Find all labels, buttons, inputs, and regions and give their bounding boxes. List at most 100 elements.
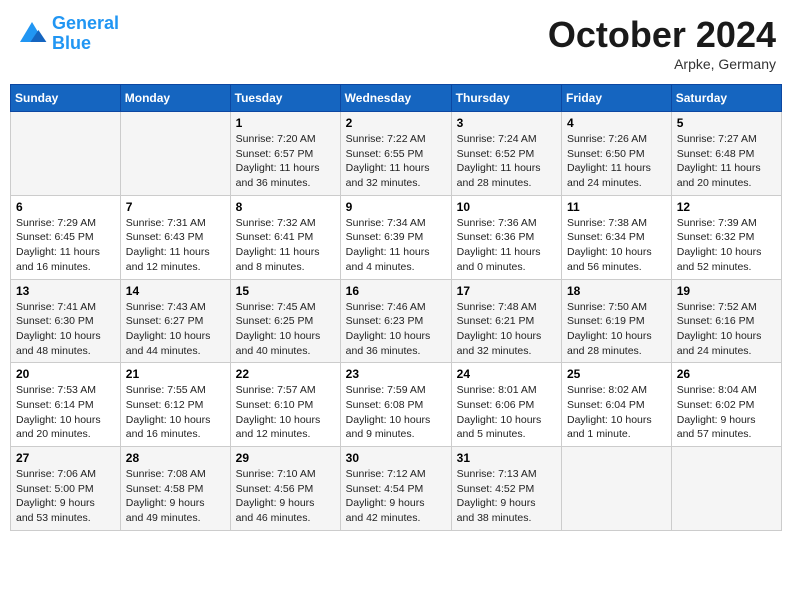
day-info: Sunrise: 7:52 AM Sunset: 6:16 PM Dayligh… (677, 300, 776, 359)
day-number: 17 (457, 284, 556, 298)
day-number: 6 (16, 200, 115, 214)
day-info: Sunrise: 7:38 AM Sunset: 6:34 PM Dayligh… (567, 216, 666, 275)
calendar-cell: 3Sunrise: 7:24 AM Sunset: 6:52 PM Daylig… (451, 112, 561, 196)
calendar-cell: 14 Sunrise: 7:43 AM Sunset: 6:27 PM Dayli… (120, 279, 230, 363)
day-number: 11 (567, 200, 666, 214)
calendar-cell: 10 Sunrise: 7:36 AM Sunset: 6:36 PM Dayli… (451, 195, 561, 279)
day-number: 13 (16, 284, 115, 298)
title-block: October 2024 Arpke, Germany (548, 14, 776, 72)
page-header: General Blue October 2024 Arpke, Germany (10, 10, 782, 76)
day-info: Sunrise: 7:13 AM Sunset: 4:52 PM Dayligh… (457, 467, 556, 526)
day-number: 20 (16, 367, 115, 381)
logo-text: General Blue (52, 14, 119, 54)
day-number: 15 (236, 284, 335, 298)
day-info: Sunrise: 8:02 AM Sunset: 6:04 PM Dayligh… (567, 383, 666, 442)
day-number: 25 (567, 367, 666, 381)
calendar-cell: 28 Sunrise: 7:08 AM Sunset: 4:58 PM Dayli… (120, 447, 230, 531)
calendar-week-3: 13 Sunrise: 7:41 AM Sunset: 6:30 PM Dayli… (11, 279, 782, 363)
location-subtitle: Arpke, Germany (548, 56, 776, 72)
calendar-cell: 11 Sunrise: 7:38 AM Sunset: 6:34 PM Dayli… (562, 195, 672, 279)
calendar-cell: 6 Sunrise: 7:29 AM Sunset: 6:45 PM Daylig… (11, 195, 121, 279)
day-number: 19 (677, 284, 776, 298)
day-number: 5 (677, 116, 776, 130)
day-info: Sunrise: 7:59 AM Sunset: 6:08 PM Dayligh… (346, 383, 446, 442)
day-number: 29 (236, 451, 335, 465)
day-info: Sunrise: 7:48 AM Sunset: 6:21 PM Dayligh… (457, 300, 556, 359)
day-info: Sunrise: 7:32 AM Sunset: 6:41 PM Dayligh… (236, 216, 335, 275)
day-info: Sunrise: 7:34 AM Sunset: 6:39 PM Dayligh… (346, 216, 446, 275)
calendar-cell: 7 Sunrise: 7:31 AM Sunset: 6:43 PM Daylig… (120, 195, 230, 279)
calendar-week-5: 27 Sunrise: 7:06 AM Sunset: 5:00 PM Dayli… (11, 447, 782, 531)
logo: General Blue (16, 14, 119, 54)
day-info: Sunrise: 7:41 AM Sunset: 6:30 PM Dayligh… (16, 300, 115, 359)
day-number: 31 (457, 451, 556, 465)
calendar-cell: 18 Sunrise: 7:50 AM Sunset: 6:19 PM Dayli… (562, 279, 672, 363)
calendar-cell: 20Sunrise: 7:53 AM Sunset: 6:14 PM Dayli… (11, 363, 121, 447)
day-info: Sunrise: 7:12 AM Sunset: 4:54 PM Dayligh… (346, 467, 446, 526)
weekday-header-tuesday: Tuesday (230, 85, 340, 112)
weekday-header-wednesday: Wednesday (340, 85, 451, 112)
calendar-cell: 25 Sunrise: 8:02 AM Sunset: 6:04 PM Dayli… (562, 363, 672, 447)
calendar-cell: 26Sunrise: 8:04 AM Sunset: 6:02 PM Dayli… (671, 363, 781, 447)
day-info: Sunrise: 7:08 AM Sunset: 4:58 PM Dayligh… (126, 467, 225, 526)
day-number: 22 (236, 367, 335, 381)
day-info: Sunrise: 7:20 AM Sunset: 6:57 PM Dayligh… (236, 132, 335, 191)
calendar-cell (120, 112, 230, 196)
calendar-cell: 24Sunrise: 8:01 AM Sunset: 6:06 PM Dayli… (451, 363, 561, 447)
day-info: Sunrise: 7:45 AM Sunset: 6:25 PM Dayligh… (236, 300, 335, 359)
calendar-cell: 5 Sunrise: 7:27 AM Sunset: 6:48 PM Daylig… (671, 112, 781, 196)
day-number: 24 (457, 367, 556, 381)
calendar-cell: 4Sunrise: 7:26 AM Sunset: 6:50 PM Daylig… (562, 112, 672, 196)
day-info: Sunrise: 7:57 AM Sunset: 6:10 PM Dayligh… (236, 383, 335, 442)
day-info: Sunrise: 7:43 AM Sunset: 6:27 PM Dayligh… (126, 300, 225, 359)
calendar-header: SundayMondayTuesdayWednesdayThursdayFrid… (11, 85, 782, 112)
day-number: 23 (346, 367, 446, 381)
weekday-header-monday: Monday (120, 85, 230, 112)
day-number: 26 (677, 367, 776, 381)
day-number: 18 (567, 284, 666, 298)
day-info: Sunrise: 7:26 AM Sunset: 6:50 PM Dayligh… (567, 132, 666, 191)
calendar-cell: 30 Sunrise: 7:12 AM Sunset: 4:54 PM Dayli… (340, 447, 451, 531)
calendar-cell: 27 Sunrise: 7:06 AM Sunset: 5:00 PM Dayli… (11, 447, 121, 531)
day-info: Sunrise: 7:06 AM Sunset: 5:00 PM Dayligh… (16, 467, 115, 526)
day-number: 28 (126, 451, 225, 465)
day-info: Sunrise: 7:36 AM Sunset: 6:36 PM Dayligh… (457, 216, 556, 275)
calendar-cell (671, 447, 781, 531)
day-number: 7 (126, 200, 225, 214)
day-number: 27 (16, 451, 115, 465)
calendar-cell: 23 Sunrise: 7:59 AM Sunset: 6:08 PM Dayli… (340, 363, 451, 447)
day-info: Sunrise: 7:27 AM Sunset: 6:48 PM Dayligh… (677, 132, 776, 191)
day-info: Sunrise: 7:22 AM Sunset: 6:55 PM Dayligh… (346, 132, 446, 191)
calendar-cell: 16Sunrise: 7:46 AM Sunset: 6:23 PM Dayli… (340, 279, 451, 363)
calendar-cell: 19 Sunrise: 7:52 AM Sunset: 6:16 PM Dayli… (671, 279, 781, 363)
day-info: Sunrise: 7:31 AM Sunset: 6:43 PM Dayligh… (126, 216, 225, 275)
logo-icon (16, 18, 48, 50)
day-info: Sunrise: 7:10 AM Sunset: 4:56 PM Dayligh… (236, 467, 335, 526)
day-number: 9 (346, 200, 446, 214)
calendar-cell: 9 Sunrise: 7:34 AM Sunset: 6:39 PM Daylig… (340, 195, 451, 279)
day-info: Sunrise: 7:39 AM Sunset: 6:32 PM Dayligh… (677, 216, 776, 275)
day-number: 14 (126, 284, 225, 298)
day-number: 10 (457, 200, 556, 214)
calendar-cell: 1Sunrise: 7:20 AM Sunset: 6:57 PM Daylig… (230, 112, 340, 196)
calendar-cell (11, 112, 121, 196)
day-info: Sunrise: 7:55 AM Sunset: 6:12 PM Dayligh… (126, 383, 225, 442)
day-number: 30 (346, 451, 446, 465)
day-number: 2 (346, 116, 446, 130)
day-info: Sunrise: 7:24 AM Sunset: 6:52 PM Dayligh… (457, 132, 556, 191)
calendar-cell (562, 447, 672, 531)
calendar-table: SundayMondayTuesdayWednesdayThursdayFrid… (10, 84, 782, 531)
calendar-cell: 15 Sunrise: 7:45 AM Sunset: 6:25 PM Dayli… (230, 279, 340, 363)
weekday-header-thursday: Thursday (451, 85, 561, 112)
calendar-cell: 8Sunrise: 7:32 AM Sunset: 6:41 PM Daylig… (230, 195, 340, 279)
day-info: Sunrise: 7:50 AM Sunset: 6:19 PM Dayligh… (567, 300, 666, 359)
weekday-header-friday: Friday (562, 85, 672, 112)
calendar-week-1: 1Sunrise: 7:20 AM Sunset: 6:57 PM Daylig… (11, 112, 782, 196)
weekday-header-saturday: Saturday (671, 85, 781, 112)
day-number: 16 (346, 284, 446, 298)
calendar-cell: 13 Sunrise: 7:41 AM Sunset: 6:30 PM Dayli… (11, 279, 121, 363)
day-number: 12 (677, 200, 776, 214)
day-info: Sunrise: 7:29 AM Sunset: 6:45 PM Dayligh… (16, 216, 115, 275)
day-number: 21 (126, 367, 225, 381)
month-title: October 2024 (548, 14, 776, 56)
